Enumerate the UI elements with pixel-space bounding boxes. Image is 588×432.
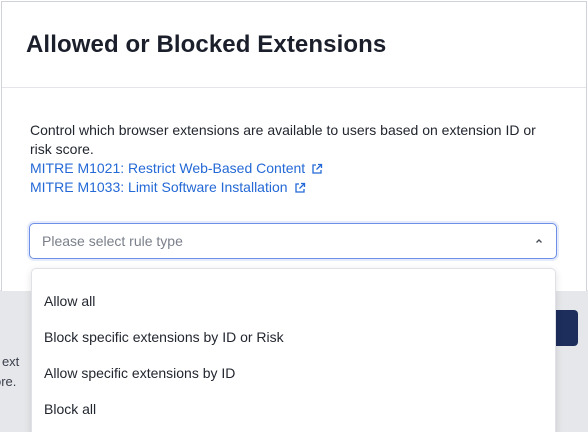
modal-description: Control which browser extensions are ava… (30, 122, 536, 157)
option-allow-all[interactable]: Allow all (32, 283, 555, 319)
modal-header: Allowed or Blocked Extensions (2, 2, 586, 88)
modal-body: Control which browser extensions are ava… (2, 88, 586, 197)
background-text-fragment: r ext ore. (0, 354, 20, 389)
rule-type-select[interactable]: Please select rule type (29, 223, 557, 259)
rule-type-placeholder: Please select rule type (42, 233, 183, 249)
external-link-icon (294, 182, 305, 193)
external-link-icon (312, 163, 323, 174)
rule-type-dropdown: Allow all Block specific extensions by I… (31, 268, 556, 432)
chevron-up-icon (536, 239, 542, 243)
link-label: MITRE M1033: Limit Software Installation (30, 179, 288, 195)
option-block-all[interactable]: Block all (32, 391, 555, 427)
modal-title: Allowed or Blocked Extensions (26, 30, 387, 58)
link-label: MITRE M1021: Restrict Web-Based Content (30, 160, 306, 176)
option-block-specific[interactable]: Block specific extensions by ID or Risk (32, 319, 555, 355)
option-allow-specific[interactable]: Allow specific extensions by ID (32, 355, 555, 391)
mitre-m1033-link[interactable]: MITRE M1033: Limit Software Installation (30, 178, 306, 197)
mitre-m1021-link[interactable]: MITRE M1021: Restrict Web-Based Content (30, 159, 323, 178)
